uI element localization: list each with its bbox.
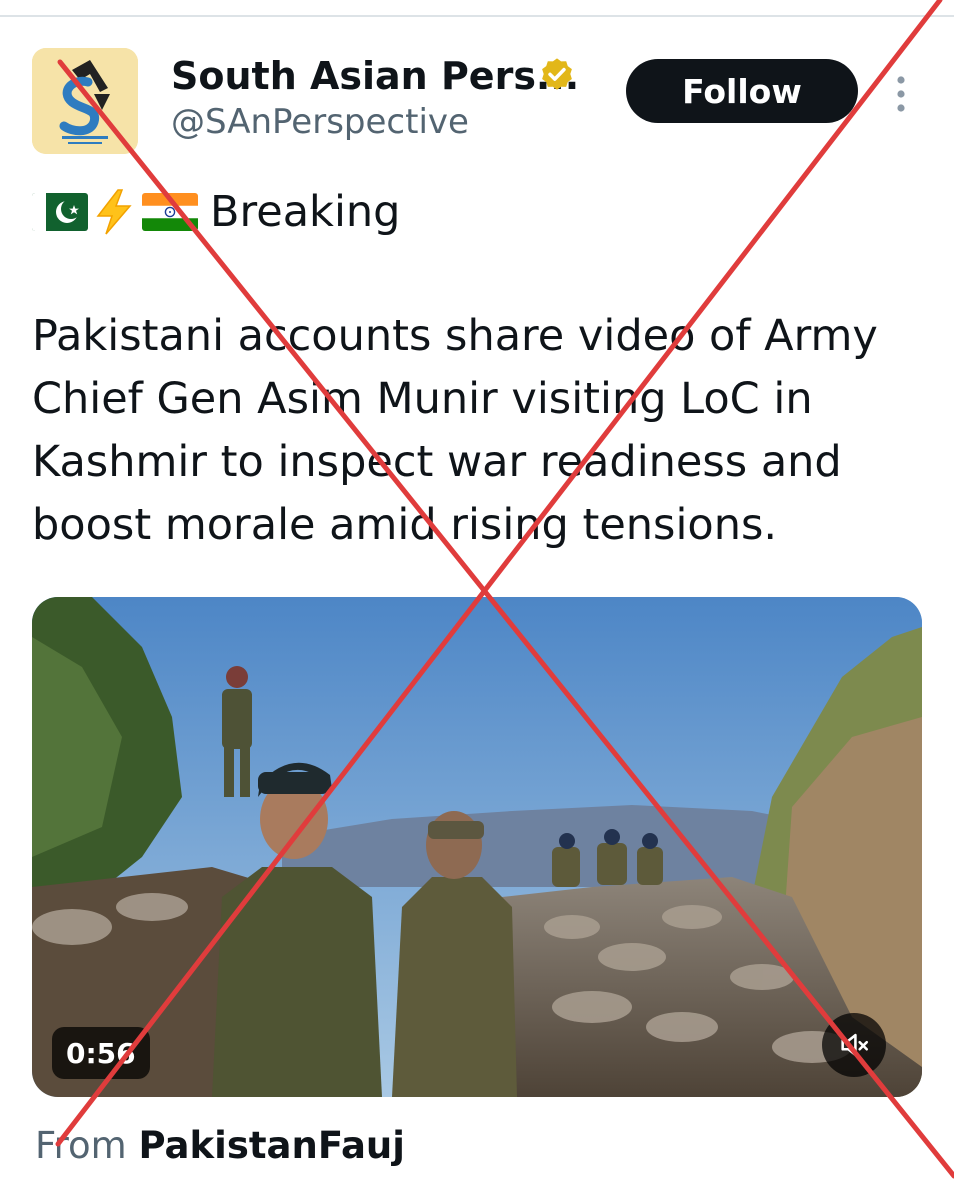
speaker-muted-icon [841, 1033, 869, 1057]
source-prefix: From [35, 1124, 127, 1167]
headline-line: Breaking [32, 184, 400, 240]
follow-button[interactable]: Follow [626, 59, 858, 123]
pakistan-flag-icon [32, 193, 88, 231]
south-asian-perspective-logo-icon [32, 48, 138, 154]
source-account-link[interactable]: PakistanFauj [138, 1124, 405, 1167]
video-duration-badge: 0:56 [52, 1027, 150, 1079]
more-options-icon[interactable] [893, 74, 909, 114]
lightning-bolt-icon [96, 189, 132, 235]
video-thumbnail [32, 597, 922, 1097]
avatar[interactable] [32, 48, 138, 154]
mute-toggle-button[interactable] [822, 1013, 886, 1077]
video-player[interactable] [32, 597, 922, 1097]
author-handle[interactable]: @SAnPerspective [171, 102, 469, 142]
source-attribution: From PakistanFauj [35, 1124, 405, 1167]
tweet-body-text: Pakistani accounts share video of Army C… [32, 311, 878, 550]
tweet-screenshot: South Asian Pers... @SAnPerspective Foll… [0, 0, 954, 1200]
headline-text: Breaking [210, 187, 401, 237]
india-flag-icon [142, 193, 198, 231]
top-divider [0, 15, 954, 17]
author-display-name[interactable]: South Asian Pers... [171, 54, 579, 98]
verified-badge-icon [542, 58, 572, 90]
